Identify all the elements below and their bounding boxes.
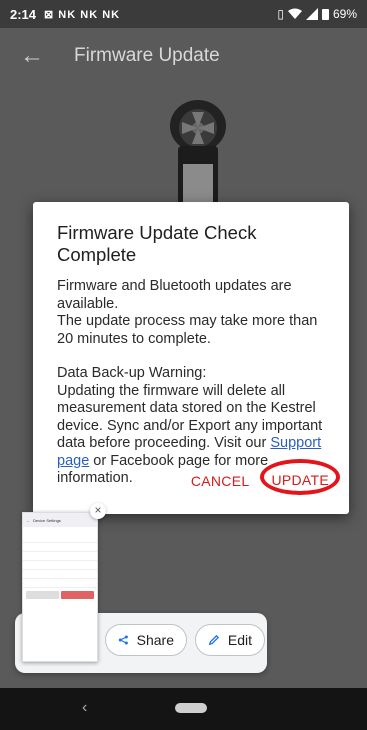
notification-icons: ⊠ NK NK NK [44, 8, 121, 21]
dialog-availability-text: Firmware and Bluetooth updates are avail… [57, 278, 292, 312]
nav-home-pill[interactable] [175, 703, 207, 713]
thumbnail-row [23, 527, 97, 543]
thumbnail-buttons [23, 588, 97, 602]
navigation-bar: ‹ [0, 688, 367, 730]
back-arrow-icon[interactable]: ← [20, 42, 50, 70]
thumbnail-row [23, 552, 97, 561]
thumbnail-header: ← Device Settings [23, 513, 97, 527]
thumbnail-row [23, 543, 97, 552]
status-right: ▯ 69% [277, 7, 357, 21]
dialog-actions: CANCEL UPDATE [191, 459, 341, 496]
status-bar: 2:14 ⊠ NK NK NK ▯ 69% [0, 0, 367, 28]
firmware-dialog: Firmware Update Check Complete Firmware … [33, 202, 349, 514]
share-button[interactable]: Share [105, 624, 187, 656]
thumbnail-disconnect-button [61, 591, 94, 599]
kestrel-device-image [170, 100, 226, 210]
cancel-button[interactable]: CANCEL [191, 473, 250, 489]
status-time: 2:14 [10, 6, 37, 22]
edit-button[interactable]: Edit [195, 624, 265, 656]
vibrate-icon: ▯ [277, 7, 284, 21]
battery-icon [321, 9, 329, 20]
wifi-icon [287, 8, 302, 19]
share-label: Share [136, 632, 174, 648]
app-bar: ← Firmware Update [0, 28, 367, 84]
dialog-spacer [57, 348, 325, 365]
nav-back-icon[interactable]: ‹ [82, 699, 87, 717]
thumbnail-row [23, 561, 97, 570]
signal-icon [305, 8, 318, 20]
page-title: Firmware Update [74, 45, 220, 66]
close-icon[interactable]: × [90, 503, 106, 519]
share-icon [118, 635, 128, 645]
battery-percent: 69% [332, 7, 357, 21]
thumbnail-row [23, 579, 97, 588]
thumbnail-row [23, 570, 97, 579]
dialog-duration-text: The update process may take more than 20… [57, 313, 318, 347]
dialog-warning-title: Data Back-up Warning: [57, 365, 207, 381]
pencil-icon [208, 634, 220, 646]
edit-label: Edit [227, 632, 252, 648]
screenshot-thumbnail[interactable]: ← Device Settings [22, 512, 98, 662]
thumbnail-back-icon: ← [26, 517, 30, 523]
thumbnail-title: Device Settings [33, 517, 61, 523]
dialog-title: Firmware Update Check Complete [57, 222, 257, 265]
update-button-wrap: UPDATE [260, 459, 341, 496]
update-button[interactable]: UPDATE [271, 472, 329, 488]
thumbnail-forget-button [26, 591, 59, 599]
